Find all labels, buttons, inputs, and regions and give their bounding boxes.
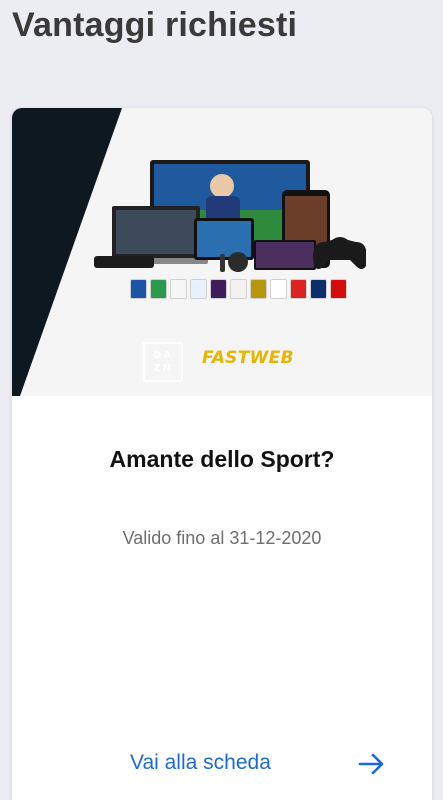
league-badge xyxy=(190,279,207,299)
benefit-hero-image: DA ZN FASTWEB xyxy=(12,108,432,396)
league-badge xyxy=(330,279,347,299)
league-badge xyxy=(130,279,147,299)
league-badge xyxy=(270,279,287,299)
league-badge xyxy=(170,279,187,299)
league-badge xyxy=(210,279,227,299)
dazn-logo: DA ZN xyxy=(143,342,183,382)
devices-illustration xyxy=(94,160,366,272)
fastweb-logo: FASTWEB xyxy=(202,348,294,368)
validity-text: Valido fino al 31-12-2020 xyxy=(122,528,322,548)
page-title: Vantaggi richiesti xyxy=(12,6,298,44)
league-badge xyxy=(150,279,167,299)
league-badge xyxy=(290,279,307,299)
league-badge xyxy=(230,279,247,299)
arrow-right-icon[interactable] xyxy=(358,753,386,775)
go-to-details-link[interactable]: Vai alla scheda xyxy=(130,751,271,775)
league-badge xyxy=(250,279,267,299)
league-badges xyxy=(130,279,347,299)
benefit-card[interactable]: DA ZN FASTWEB Amante dello Sport? Valido… xyxy=(12,108,432,800)
league-badge xyxy=(310,279,327,299)
card-title: Amante dello Sport? xyxy=(109,446,335,472)
